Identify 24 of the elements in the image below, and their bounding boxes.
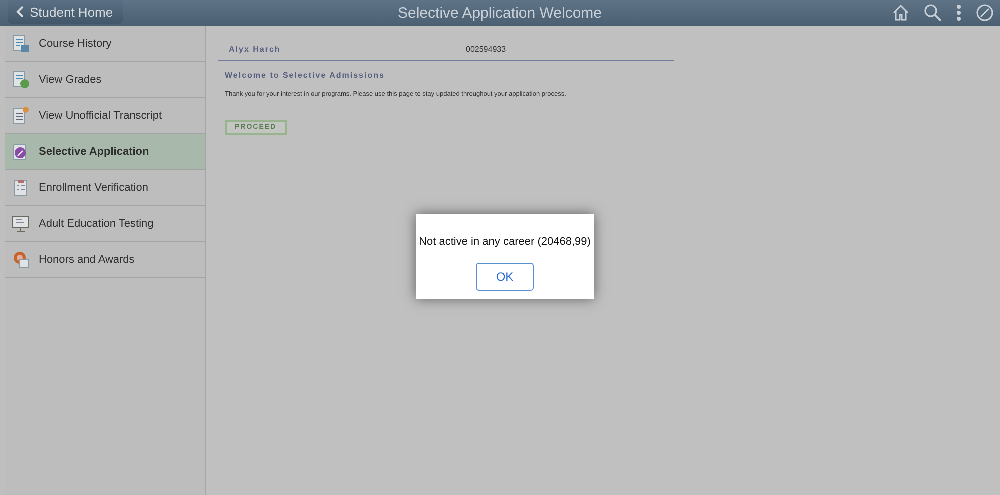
page-title: Selective Application Welcome — [398, 4, 602, 22]
search-icon[interactable] — [924, 4, 942, 22]
sidebar-item[interactable]: Adult Education Testing — [5, 206, 205, 242]
sidebar-item[interactable]: Selective Application — [5, 134, 205, 170]
monitor-icon — [12, 214, 30, 232]
navbar-icon[interactable] — [976, 4, 994, 22]
grades-icon — [12, 70, 30, 88]
ok-button[interactable]: OK — [476, 263, 534, 291]
list-calendar-icon — [12, 34, 30, 52]
clipboard-icon — [12, 178, 30, 196]
sidebar-item[interactable]: Honors and Awards — [5, 242, 205, 278]
student-name: Alyx Harch — [229, 45, 282, 54]
student-id: 002594933 — [466, 45, 506, 54]
award-icon — [12, 250, 30, 268]
sidebar-item[interactable]: Enrollment Verification — [5, 170, 205, 206]
section-heading: Welcome to Selective Admissions — [225, 71, 386, 80]
back-button[interactable]: Student Home — [8, 0, 124, 24]
home-icon[interactable] — [892, 4, 910, 22]
back-chevron-icon — [16, 6, 24, 18]
document-star-icon — [12, 106, 30, 124]
more-icon[interactable] — [956, 4, 962, 22]
sidebar-item[interactable]: Course History — [5, 26, 205, 62]
dialog-message: Not active in any career (20468,99) — [419, 236, 591, 248]
sidebar-item[interactable]: View Grades — [5, 62, 205, 98]
